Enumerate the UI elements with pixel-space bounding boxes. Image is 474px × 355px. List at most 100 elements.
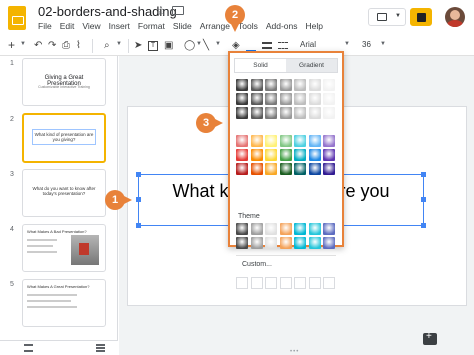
- gray-gradient-swatch[interactable]: [279, 79, 292, 91]
- grid-view-icon[interactable]: [96, 344, 105, 352]
- redo-icon[interactable]: ↷: [48, 39, 56, 52]
- color-gradient-swatch[interactable]: [250, 163, 263, 175]
- gray-gradient-swatch[interactable]: [250, 93, 263, 105]
- gray-gradient-swatch[interactable]: [279, 107, 292, 119]
- gray-gradient-swatch[interactable]: [323, 93, 335, 105]
- line-icon[interactable]: ╲: [203, 39, 209, 52]
- chevron-down-icon[interactable]: ▼: [20, 41, 26, 47]
- slide-thumbnail-2[interactable]: What kind of presentation are you giving…: [22, 113, 106, 163]
- color-gradient-swatch[interactable]: [294, 149, 306, 161]
- shape-icon[interactable]: ◯: [184, 39, 195, 52]
- gray-gradient-swatch[interactable]: [250, 79, 263, 91]
- undo-icon[interactable]: ↶: [34, 39, 42, 52]
- gray-gradient-swatch[interactable]: [279, 93, 292, 105]
- color-gradient-swatch[interactable]: [308, 135, 321, 147]
- slide-thumbnail-4[interactable]: What Makes A Bad Presentation?: [22, 224, 106, 272]
- share-button[interactable]: [410, 8, 432, 26]
- slide-thumbnail-5[interactable]: What Makes A Great Presentation?: [22, 279, 106, 327]
- custom-color-slot[interactable]: [279, 277, 292, 289]
- resize-handle[interactable]: [136, 223, 141, 228]
- gray-gradient-swatch[interactable]: [323, 79, 335, 91]
- menu-edit[interactable]: Edit: [60, 21, 75, 31]
- resize-handle[interactable]: [421, 172, 426, 177]
- gray-gradient-swatch[interactable]: [265, 79, 277, 91]
- chevron-down-icon[interactable]: ▼: [196, 41, 202, 47]
- custom-color-slot[interactable]: [236, 277, 248, 289]
- menu-help[interactable]: Help: [306, 21, 323, 31]
- filmstrip-view-icon[interactable]: [24, 344, 33, 352]
- theme-color-swatch[interactable]: [236, 237, 248, 249]
- resize-handle[interactable]: [136, 197, 141, 202]
- color-gradient-swatch[interactable]: [294, 163, 306, 175]
- star-icon[interactable]: ☆: [156, 4, 167, 18]
- theme-color-swatch[interactable]: [250, 237, 263, 249]
- zoom-icon[interactable]: ⌕: [104, 39, 110, 52]
- color-gradient-swatch[interactable]: [323, 149, 335, 161]
- select-cursor-icon[interactable]: ➤: [134, 39, 142, 52]
- color-gradient-swatch[interactable]: [323, 135, 335, 147]
- theme-color-swatch[interactable]: [265, 237, 277, 249]
- slide-thumbnail-1[interactable]: Giving a Great Presentation Customizable…: [22, 58, 106, 106]
- gray-gradient-swatch[interactable]: [323, 107, 335, 119]
- menu-insert[interactable]: Insert: [109, 21, 130, 31]
- theme-color-swatch[interactable]: [279, 223, 292, 235]
- theme-color-swatch[interactable]: [308, 237, 321, 249]
- color-gradient-swatch[interactable]: [279, 163, 292, 175]
- menu-view[interactable]: View: [82, 21, 100, 31]
- custom-color-link[interactable]: Custom...: [242, 261, 272, 268]
- color-gradient-swatch[interactable]: [250, 135, 263, 147]
- menu-slide[interactable]: Slide: [173, 21, 192, 31]
- print-icon[interactable]: ⎙: [62, 39, 70, 52]
- avatar[interactable]: [445, 7, 465, 27]
- menu-file[interactable]: File: [38, 21, 52, 31]
- chevron-down-icon[interactable]: ▼: [380, 41, 386, 47]
- color-gradient-swatch[interactable]: [279, 135, 292, 147]
- theme-color-swatch[interactable]: [250, 223, 263, 235]
- present-button[interactable]: ▼: [368, 8, 406, 26]
- color-gradient-swatch[interactable]: [279, 149, 292, 161]
- color-gradient-swatch[interactable]: [265, 135, 277, 147]
- notes-resize-grip[interactable]: •••: [290, 349, 299, 355]
- resize-handle[interactable]: [421, 223, 426, 228]
- theme-color-swatch[interactable]: [323, 223, 335, 235]
- color-gradient-swatch[interactable]: [236, 163, 248, 175]
- color-gradient-swatch[interactable]: [308, 149, 321, 161]
- color-gradient-swatch[interactable]: [250, 149, 263, 161]
- menu-format[interactable]: Format: [138, 21, 165, 31]
- gray-gradient-swatch[interactable]: [236, 79, 248, 91]
- gray-gradient-swatch[interactable]: [265, 93, 277, 105]
- theme-color-swatch[interactable]: [236, 223, 248, 235]
- gray-gradient-swatch[interactable]: [236, 107, 248, 119]
- color-gradient-swatch[interactable]: [265, 149, 277, 161]
- theme-color-swatch[interactable]: [294, 223, 306, 235]
- custom-color-slot[interactable]: [265, 277, 277, 289]
- theme-color-swatch[interactable]: [323, 237, 335, 249]
- custom-color-slot[interactable]: [294, 277, 306, 289]
- resize-handle[interactable]: [136, 172, 141, 177]
- color-gradient-swatch[interactable]: [265, 163, 277, 175]
- custom-color-slot[interactable]: [250, 277, 263, 289]
- gray-gradient-swatch[interactable]: [294, 93, 306, 105]
- menu-add-ons[interactable]: Add-ons: [266, 21, 298, 31]
- paint-format-icon[interactable]: ⌇: [76, 39, 81, 52]
- color-gradient-swatch[interactable]: [323, 163, 335, 175]
- theme-color-swatch[interactable]: [294, 237, 306, 249]
- font-select[interactable]: Arial: [300, 40, 316, 49]
- gray-gradient-swatch[interactable]: [265, 107, 277, 119]
- new-slide-icon[interactable]: +: [8, 39, 15, 52]
- add-speaker-notes-icon[interactable]: [423, 331, 437, 345]
- chevron-down-icon[interactable]: ▼: [116, 41, 122, 47]
- slide-thumbnail-3[interactable]: What do you want to know after today's p…: [22, 169, 106, 217]
- gray-gradient-swatch[interactable]: [294, 107, 306, 119]
- custom-color-slot[interactable]: [323, 277, 335, 289]
- slides-logo-icon[interactable]: [8, 6, 26, 30]
- chevron-down-icon[interactable]: ▼: [344, 41, 350, 47]
- color-gradient-swatch[interactable]: [294, 135, 306, 147]
- gray-gradient-swatch[interactable]: [308, 93, 321, 105]
- theme-color-swatch[interactable]: [308, 223, 321, 235]
- tab-gradient[interactable]: Gradient: [286, 59, 337, 72]
- border-weight-icon[interactable]: [262, 42, 272, 49]
- gray-gradient-swatch[interactable]: [294, 79, 306, 91]
- color-gradient-swatch[interactable]: [236, 135, 248, 147]
- custom-color-slot[interactable]: [308, 277, 321, 289]
